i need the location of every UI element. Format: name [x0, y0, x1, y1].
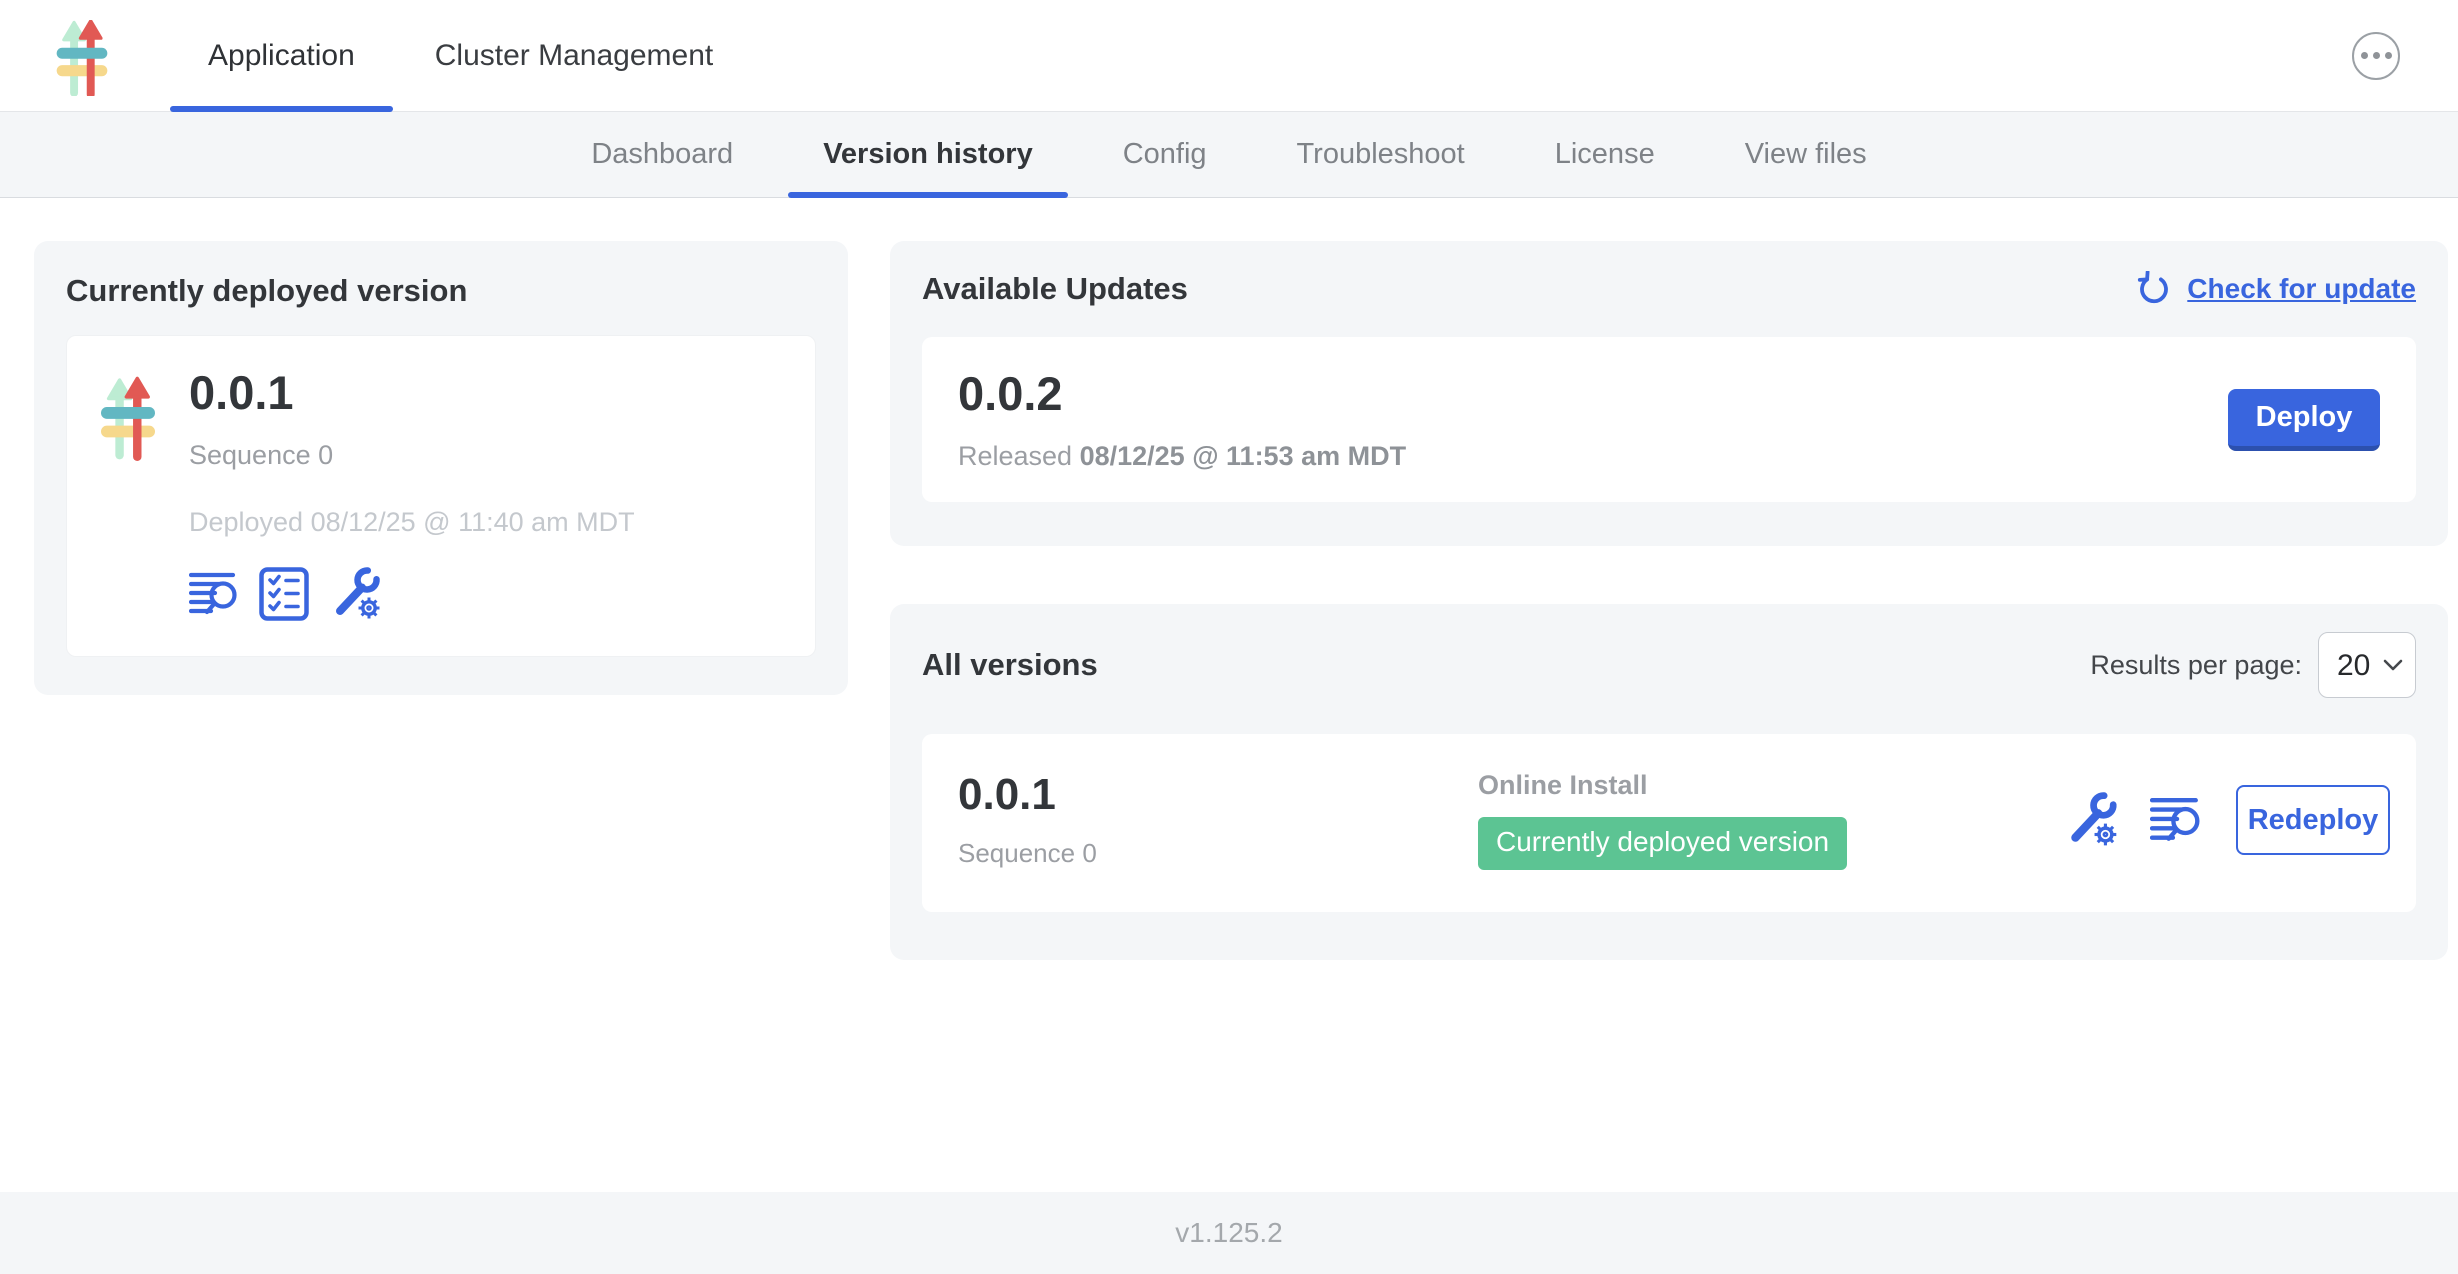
page-footer: v1.125.2: [0, 1192, 2458, 1274]
refresh-icon: [2137, 271, 2173, 307]
all-versions-card: All versions Results per page: 20 0: [890, 604, 2448, 960]
version-row-details: 0.0.1 Sequence 0: [958, 771, 1478, 868]
tab-version-history-label: Version history: [823, 138, 1033, 171]
tab-version-history[interactable]: Version history: [778, 112, 1078, 197]
deploy-logs-icon[interactable]: [189, 570, 239, 618]
update-released-timestamp: Released 08/12/25 @ 11:53 am MDT: [958, 441, 1406, 472]
deployed-card-title: Currently deployed version: [66, 273, 816, 309]
tab-view-files[interactable]: View files: [1700, 112, 1912, 197]
version-row: 0.0.1 Sequence 0 Online Install Currentl…: [922, 734, 2416, 912]
ellipsis-dot: [2361, 52, 2368, 59]
app-logo-arrows-icon: [101, 368, 155, 468]
header-tabs: Application Cluster Management: [168, 0, 753, 111]
deployed-column: Currently deployed version 0.0.1 Sequenc…: [34, 241, 848, 695]
edit-config-icon[interactable]: [329, 566, 385, 622]
tab-dashboard-label: Dashboard: [591, 138, 733, 171]
preflight-checks-icon[interactable]: [259, 567, 309, 621]
console-version-label: v1.125.2: [1175, 1217, 1282, 1249]
tab-application-label: Application: [208, 39, 355, 73]
deployed-version-details: 0.0.1 Sequence 0 Deployed 08/12/25 @ 11:…: [189, 366, 635, 622]
tab-config[interactable]: Config: [1078, 112, 1252, 197]
tab-troubleshoot-label: Troubleshoot: [1297, 138, 1465, 171]
update-details: 0.0.2 Released 08/12/25 @ 11:53 am MDT: [958, 367, 1406, 472]
currently-deployed-card: Currently deployed version 0.0.1 Sequenc…: [34, 241, 848, 695]
tab-application[interactable]: Application: [168, 0, 395, 111]
tab-dashboard[interactable]: Dashboard: [546, 112, 778, 197]
tab-troubleshoot[interactable]: Troubleshoot: [1252, 112, 1510, 197]
main-content: Currently deployed version 0.0.1 Sequenc…: [0, 198, 2458, 1192]
deployed-version-panel: 0.0.1 Sequence 0 Deployed 08/12/25 @ 11:…: [66, 335, 816, 657]
top-header: Application Cluster Management: [0, 0, 2458, 112]
results-per-page: Results per page: 20: [2090, 632, 2416, 698]
app-logo-arrows-icon: [50, 20, 114, 96]
released-label: Released: [958, 441, 1072, 471]
update-row: 0.0.2 Released 08/12/25 @ 11:53 am MDT D…: [922, 337, 2416, 502]
deployed-action-icons: [189, 566, 635, 622]
deployed-sequence: Sequence 0: [189, 440, 635, 471]
available-updates-card: Available Updates Check for update 0.0.2…: [890, 241, 2448, 546]
row-version-number: 0.0.1: [958, 771, 1478, 819]
update-version-number: 0.0.2: [958, 367, 1406, 421]
redeploy-button[interactable]: Redeploy: [2236, 785, 2390, 855]
available-updates-title: Available Updates: [922, 271, 1188, 307]
check-for-update-link[interactable]: Check for update: [2137, 271, 2416, 307]
check-for-update-label: Check for update: [2187, 273, 2416, 305]
row-sequence: Sequence 0: [958, 838, 1478, 869]
ellipsis-menu-icon[interactable]: [2352, 32, 2400, 80]
all-versions-title: All versions: [922, 647, 1098, 683]
deployed-version-number: 0.0.1: [189, 366, 635, 420]
deploy-logs-icon[interactable]: [2150, 795, 2202, 845]
deploy-button[interactable]: Deploy: [2228, 389, 2380, 451]
available-updates-header: Available Updates Check for update: [922, 271, 2416, 307]
tab-config-label: Config: [1123, 138, 1207, 171]
deployed-timestamp: Deployed 08/12/25 @ 11:40 am MDT: [189, 507, 635, 538]
results-per-page-label: Results per page:: [2090, 650, 2302, 681]
app-subnav: Dashboard Version history Config Trouble…: [0, 112, 2458, 198]
version-row-status: Online Install Currently deployed versio…: [1478, 770, 2064, 870]
results-per-page-select[interactable]: 20: [2318, 632, 2416, 698]
tab-view-files-label: View files: [1745, 138, 1867, 171]
tab-license-label: License: [1555, 138, 1655, 171]
released-date: 08/12/25 @ 11:53 am MDT: [1080, 441, 1407, 471]
all-versions-header: All versions Results per page: 20: [922, 632, 2416, 698]
status-badge: Currently deployed version: [1478, 817, 1847, 870]
ellipsis-dot: [2373, 52, 2380, 59]
ellipsis-dot: [2385, 52, 2392, 59]
edit-config-icon[interactable]: [2064, 791, 2122, 849]
tab-license[interactable]: License: [1510, 112, 1700, 197]
install-type-label: Online Install: [1478, 770, 2064, 801]
versions-column: Available Updates Check for update 0.0.2…: [890, 241, 2448, 960]
results-per-page-select-wrap: 20: [2318, 632, 2416, 698]
tab-cluster-management-label: Cluster Management: [435, 39, 713, 73]
version-row-actions: Redeploy: [2064, 785, 2390, 855]
tab-cluster-management[interactable]: Cluster Management: [395, 0, 753, 111]
